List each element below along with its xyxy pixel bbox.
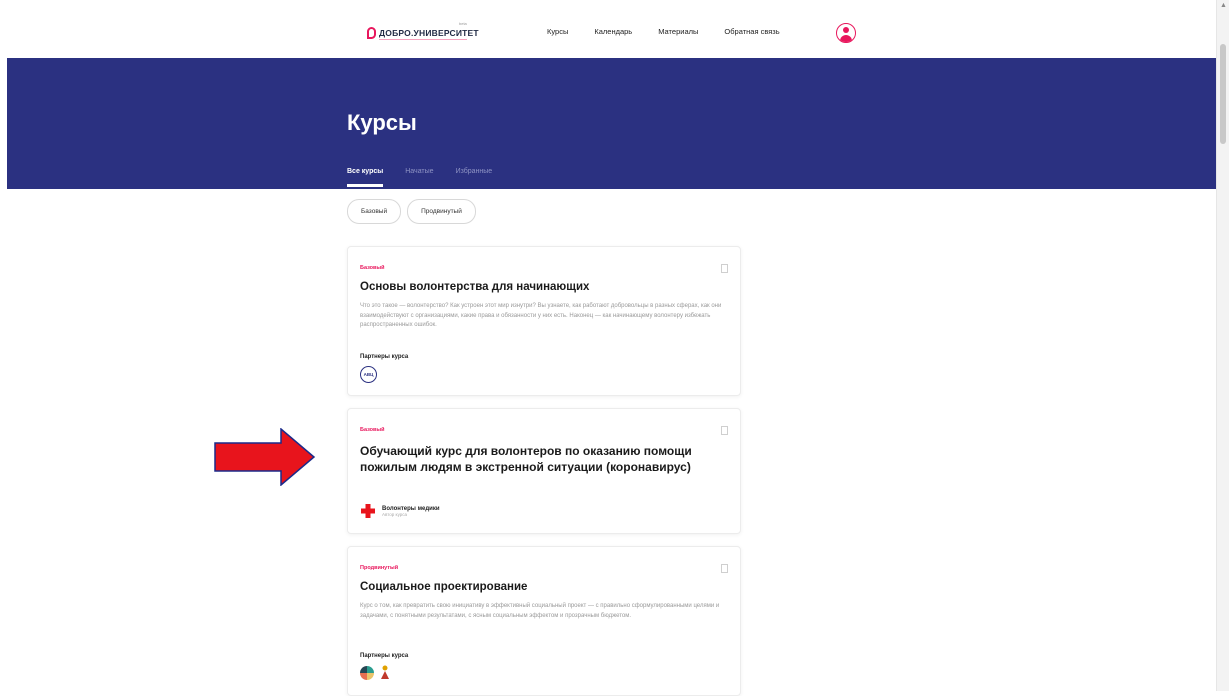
main-nav: Курсы Календарь Материалы Обратная связь xyxy=(547,27,780,36)
filter-basic-chip[interactable]: Базовый xyxy=(347,199,402,224)
hero-banner: Курсы Все курсы Начатые Избранные xyxy=(7,58,1217,189)
course-title[interactable]: Основы волонтерства для начинающих xyxy=(360,281,716,293)
partners-label: Партнеры курса xyxy=(360,354,409,360)
course-card[interactable]: Базовый Основы волонтерства для начинающ… xyxy=(347,246,741,396)
avatar-head xyxy=(843,27,849,33)
tab-started[interactable]: Начатые xyxy=(405,168,433,181)
author-role: Автор курса xyxy=(382,511,408,517)
course-description: Курс о том, как превратить свою инициати… xyxy=(360,603,720,619)
logo-text: ДОБРО.УНИВЕРСИТЕТ xyxy=(379,28,479,38)
partners-label: Партнеры курса xyxy=(360,653,409,659)
top-navigation-bar: ДОБРО.УНИВЕРСИТЕТ beta Курсы Календарь М… xyxy=(0,0,1217,58)
author-info: Волонтеры медики Автор курса xyxy=(382,506,440,517)
course-level-label: Базовый xyxy=(360,427,385,433)
tab-favorites[interactable]: Избранные xyxy=(456,168,493,181)
bookmark-icon[interactable] xyxy=(721,564,728,573)
vertical-scrollbar[interactable]: ▲ xyxy=(1216,0,1229,691)
bookmark-icon[interactable] xyxy=(721,426,728,435)
user-avatar-icon[interactable] xyxy=(836,23,856,43)
filter-advanced-chip[interactable]: Продвинутый xyxy=(407,199,476,224)
level-filters: Базовый Продвинутый xyxy=(347,199,476,224)
course-title[interactable]: Социальное проектирование xyxy=(360,581,716,593)
logo-beta-badge: beta xyxy=(459,21,467,26)
page-title: Курсы xyxy=(347,110,417,135)
author-name[interactable]: Волонтеры медики xyxy=(382,506,440,512)
partner-logo-2[interactable] xyxy=(379,665,391,681)
course-tabs: Все курсы Начатые Избранные xyxy=(347,168,493,187)
course-card[interactable]: Продвинутый Социальное проектирование Ку… xyxy=(347,546,741,696)
nav-link-courses[interactable]: Курсы xyxy=(547,27,568,36)
partner-figure-icon xyxy=(381,665,389,679)
course-title[interactable]: Обучающий курс для волонтеров по оказани… xyxy=(360,443,716,475)
logo-underline xyxy=(379,39,467,40)
scrollbar-thumb[interactable] xyxy=(1220,44,1226,144)
course-level-label: Базовый xyxy=(360,265,385,271)
course-card[interactable]: Базовый Обучающий курс для волонтеров по… xyxy=(347,408,741,534)
scroll-up-icon[interactable]: ▲ xyxy=(1220,2,1227,10)
red-pointer-arrow-icon xyxy=(214,428,316,486)
course-description: Что это такое — волонтерство? Как устрое… xyxy=(360,303,722,328)
avatar-body xyxy=(840,35,852,42)
site-logo[interactable]: ДОБРО.УНИВЕРСИТЕТ beta xyxy=(367,21,479,41)
course-level-label: Продвинутый xyxy=(360,565,399,571)
course-author: Волонтеры медики Автор курса xyxy=(360,503,440,519)
medical-cross-icon xyxy=(361,504,375,518)
partner-logo-avc[interactable]: АВЦ xyxy=(360,366,377,383)
nav-link-calendar[interactable]: Календарь xyxy=(594,27,632,36)
partner-logo-text: АВЦ xyxy=(363,372,374,377)
tab-all-courses[interactable]: Все курсы xyxy=(347,168,384,187)
nav-link-feedback[interactable]: Обратная связь xyxy=(724,27,779,36)
partner-logo-1[interactable] xyxy=(360,666,374,680)
nav-link-materials[interactable]: Материалы xyxy=(658,27,698,36)
logo-mark-icon xyxy=(367,27,376,39)
bookmark-icon[interactable] xyxy=(721,264,728,273)
